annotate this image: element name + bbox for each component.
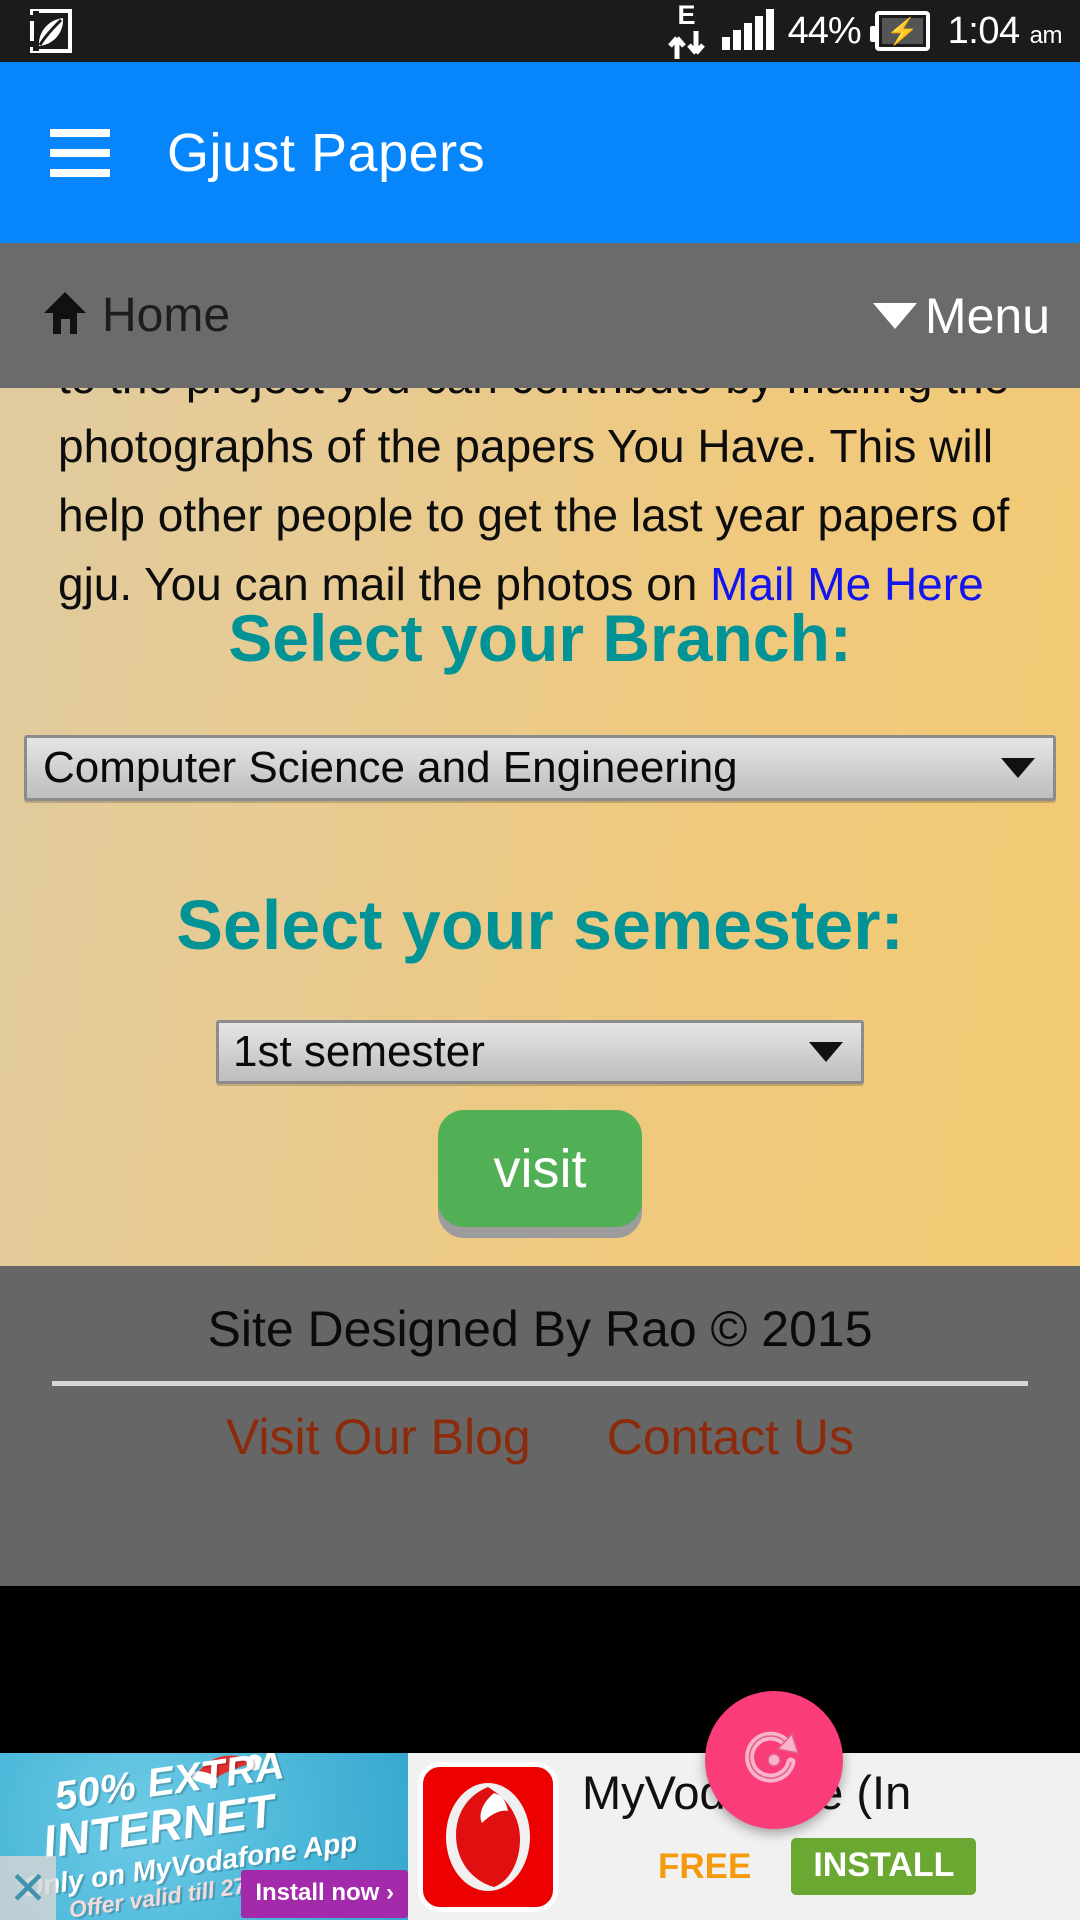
caret-down-icon bbox=[872, 302, 917, 329]
nav-home-label: Home bbox=[102, 289, 231, 342]
nav-menu-label: Menu bbox=[924, 287, 1050, 344]
ad-install-now-button[interactable]: Install now › bbox=[241, 1870, 408, 1918]
phone-screen: E 44% ⚡ 1:04 am Gjust Papers Home Menu p… bbox=[0, 0, 1080, 1920]
footer-copyright: Site Designed By Rao © 2015 bbox=[207, 1301, 873, 1357]
vodafone-logo-icon bbox=[418, 1762, 558, 1912]
data-connection-indicator: E bbox=[664, 2, 710, 60]
semester-select-row: 1st semester bbox=[0, 1020, 1080, 1084]
ad-meta-row: FREE INSTALL bbox=[582, 1838, 1080, 1895]
battery-charging-icon: ⚡ bbox=[869, 11, 930, 51]
refresh-circle-icon bbox=[738, 1722, 810, 1799]
site-footer: Site Designed By Rao © 2015 Visit Our Bl… bbox=[0, 1266, 1080, 1586]
ad-price-label: FREE bbox=[658, 1846, 752, 1886]
footer-links: Visit Our Blog Contact Us bbox=[0, 1408, 1080, 1466]
data-updown-arrows-icon bbox=[666, 30, 708, 60]
eco-leaf-icon bbox=[26, 8, 76, 54]
page-content: to the project you can contribute by mai… bbox=[0, 388, 1080, 1266]
footer-link-contact[interactable]: Contact Us bbox=[607, 1408, 854, 1466]
status-bar: E 44% ⚡ 1:04 am bbox=[0, 0, 1080, 62]
branch-select[interactable]: Computer Science and Engineering bbox=[24, 735, 1056, 801]
nav-menu-button[interactable]: Menu bbox=[872, 287, 1050, 345]
ad-install-button[interactable]: INSTALL bbox=[791, 1838, 977, 1895]
footer-link-blog[interactable]: Visit Our Blog bbox=[226, 1408, 531, 1466]
refresh-fab-button[interactable] bbox=[705, 1691, 843, 1829]
home-icon bbox=[42, 289, 88, 342]
app-bar: Gjust Papers bbox=[0, 62, 1080, 243]
status-bar-left bbox=[26, 8, 76, 54]
branch-selected-value: Computer Science and Engineering bbox=[43, 743, 738, 792]
branch-select-row: Computer Science and Engineering bbox=[0, 735, 1080, 801]
chevron-down-icon bbox=[1001, 758, 1035, 778]
intro-paragraph: to the project you can contribute by mai… bbox=[0, 388, 1080, 619]
app-title: Gjust Papers bbox=[167, 122, 486, 183]
battery-percent-label: 44% bbox=[787, 9, 862, 52]
semester-selected-value: 1st semester bbox=[233, 1027, 485, 1076]
footer-divider bbox=[52, 1381, 1028, 1386]
status-bar-right: E 44% ⚡ 1:04 am bbox=[664, 2, 1063, 60]
site-nav-bar: Home Menu bbox=[0, 243, 1080, 388]
data-type-label: E bbox=[677, 0, 696, 30]
chevron-down-icon bbox=[809, 1042, 843, 1062]
visit-button[interactable]: visit bbox=[438, 1110, 642, 1227]
semester-select[interactable]: 1st semester bbox=[216, 1020, 864, 1084]
nav-home-link[interactable]: Home bbox=[42, 288, 230, 343]
signal-bars-icon bbox=[721, 9, 774, 50]
ad-banner[interactable]: 50% EXTRA INTERNET Only on MyVodafone Ap… bbox=[0, 1753, 1080, 1920]
visit-button-row: visit bbox=[0, 1110, 1080, 1227]
branch-heading: Select your Branch: bbox=[228, 601, 852, 675]
ad-creative[interactable]: 50% EXTRA INTERNET Only on MyVodafone Ap… bbox=[0, 1753, 408, 1920]
semester-heading: Select your semester: bbox=[176, 886, 904, 964]
ad-close-button[interactable]: ✕ bbox=[0, 1856, 56, 1920]
clock-label: 1:04 am bbox=[947, 9, 1063, 52]
hamburger-menu-icon[interactable] bbox=[50, 128, 110, 177]
